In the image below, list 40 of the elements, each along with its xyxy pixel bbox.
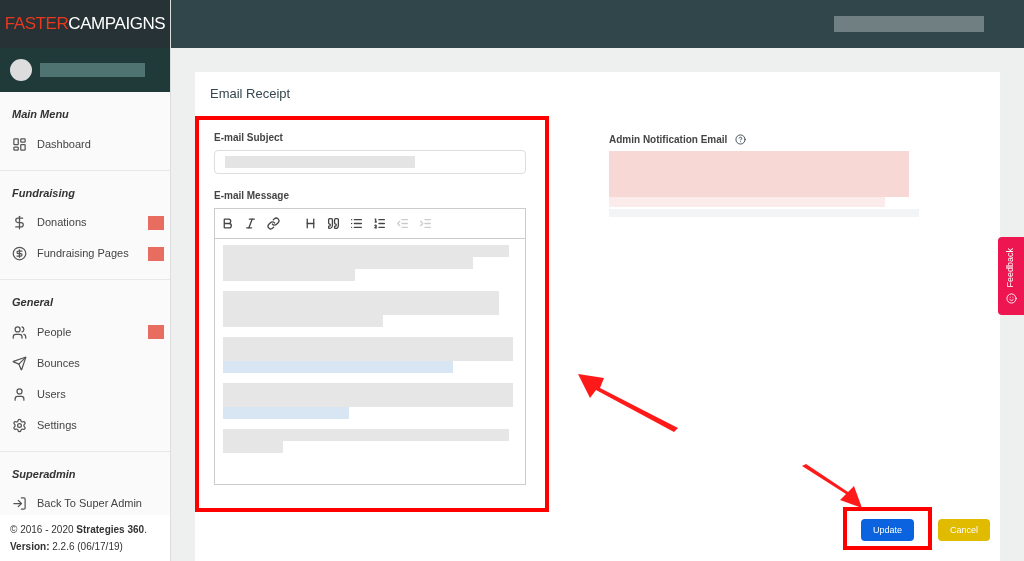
smile-icon — [1005, 293, 1017, 305]
italic-icon[interactable] — [244, 216, 257, 230]
quote-icon[interactable] — [327, 216, 340, 230]
sidebar-item[interactable]: Bounces — [0, 347, 170, 379]
avatar-icon[interactable] — [10, 59, 32, 81]
numbers-icon[interactable] — [373, 216, 386, 230]
update-button[interactable]: Update — [860, 519, 914, 542]
sidebar-item[interactable]: Settings — [0, 409, 170, 441]
field-label: E-mail Subject — [214, 130, 284, 145]
arrow-drawing — [802, 464, 864, 510]
section-title: Fundraising — [11, 185, 76, 201]
settings-icon — [12, 417, 27, 433]
bullets-icon[interactable] — [350, 216, 363, 230]
user-icon — [12, 386, 27, 402]
help-icon[interactable] — [735, 133, 747, 145]
sidebar-item[interactable]: People — [0, 316, 170, 348]
card-title: Email Receipt — [209, 85, 292, 103]
login-icon — [12, 496, 27, 511]
sidebar-item[interactable]: Users — [0, 378, 170, 410]
link-icon[interactable] — [267, 216, 280, 230]
field-label: Admin Notification Email — [609, 132, 728, 147]
subject-field[interactable] — [214, 149, 526, 174]
version-text: Version: 2.2.6 (06/17/19) — [10, 540, 124, 554]
sidebar-item[interactable]: Dashboard — [0, 128, 170, 160]
dashboard-icon — [12, 136, 27, 152]
send-icon — [12, 355, 27, 371]
dollar-circle-icon — [12, 246, 27, 261]
section-title: Main Menu — [11, 107, 70, 122]
section-title: General — [11, 295, 55, 310]
sidebar-item[interactable]: Back To Super Admin — [0, 488, 170, 515]
feedback-tab[interactable]: Feedback — [998, 237, 1024, 315]
bold-icon[interactable] — [221, 216, 234, 230]
logo-text[interactable]: FASTERCAMPAIGNS — [4, 11, 166, 37]
dollar-icon — [12, 215, 27, 230]
field-label: E-mail Message — [214, 188, 291, 203]
heading-icon[interactable] — [304, 216, 317, 230]
sidebar-item[interactable]: Fundraising Pages — [0, 238, 170, 269]
section-title: Superadmin — [11, 466, 77, 482]
copyright-text: © 2016 - 2020 Strategies 360. — [10, 523, 148, 537]
people-icon — [12, 324, 27, 340]
